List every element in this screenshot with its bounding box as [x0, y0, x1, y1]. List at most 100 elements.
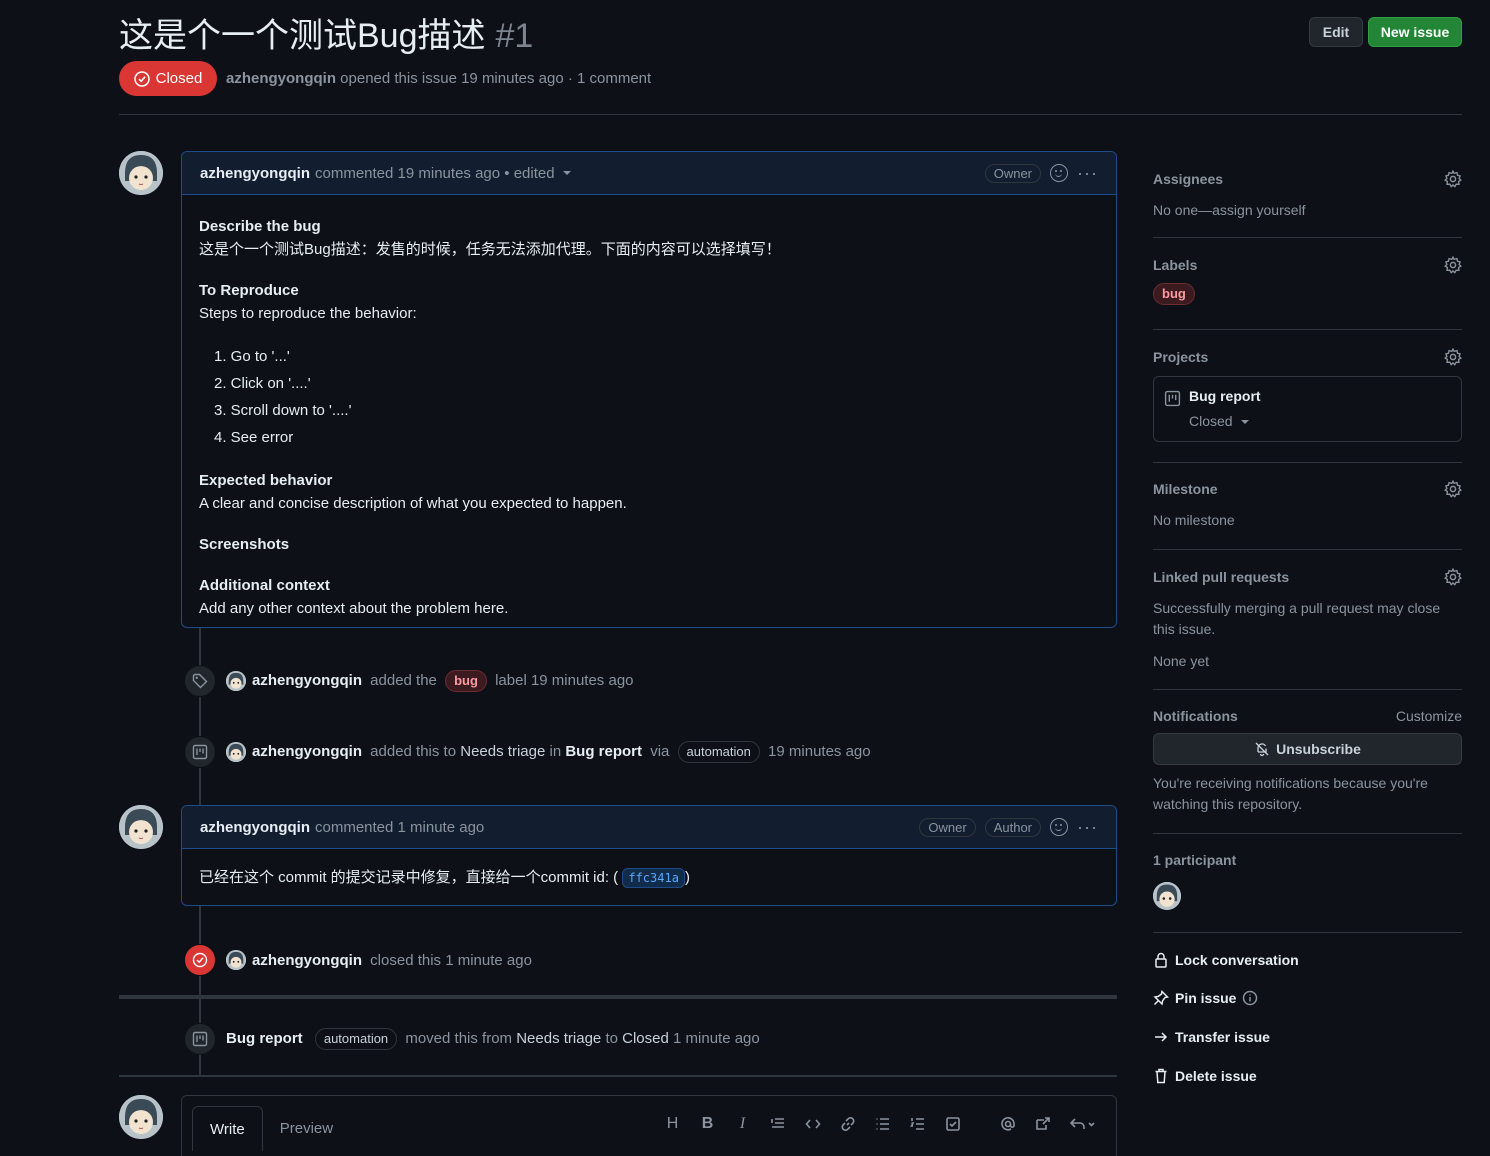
comment-editor: Write Preview H B I	[181, 1095, 1117, 1156]
avatar[interactable]	[119, 805, 163, 849]
project-icon	[184, 736, 216, 768]
sidebar-projects: Projects Bug report Closed	[1153, 348, 1462, 442]
assign-yourself-link[interactable]: No one—assign yourself	[1153, 200, 1462, 221]
event-text: in	[549, 743, 562, 760]
participants-title: 1 participant	[1153, 852, 1237, 868]
closed-state-badge: Closed	[119, 61, 217, 96]
avatar[interactable]	[1153, 882, 1181, 910]
sidebar-divider	[1153, 237, 1462, 238]
reaction-smiley-icon[interactable]	[1050, 818, 1069, 836]
comment-author-link[interactable]: azhengyongqin	[200, 165, 310, 182]
timeline-event-closed: azhengyongqin closed this 1 minute ago	[184, 944, 532, 976]
lock-conversation-button[interactable]: Lock conversation	[1153, 952, 1299, 968]
bug-label[interactable]: bug	[1153, 283, 1195, 305]
issue-number: #1	[495, 17, 534, 55]
event-text: to	[605, 1030, 618, 1047]
project-link[interactable]: Bug report	[226, 1030, 303, 1047]
tab-write[interactable]: Write	[192, 1106, 263, 1151]
ordered-list-icon[interactable]	[900, 1112, 935, 1136]
linked-prs-value: None yet	[1153, 653, 1210, 669]
gear-icon[interactable]	[1444, 170, 1462, 188]
new-issue-button[interactable]: New issue	[1368, 17, 1462, 47]
sidebar-participants: 1 participant	[1153, 852, 1462, 910]
event-time[interactable]: 1 minute ago	[673, 1030, 760, 1047]
avatar[interactable]	[226, 742, 246, 762]
chevron-down-icon	[1240, 420, 1249, 425]
delete-label: Delete issue	[1175, 1068, 1257, 1084]
labels-title: Labels	[1153, 257, 1198, 273]
event-actor-link[interactable]: azhengyongqin	[252, 743, 362, 760]
sidebar-notifications: Notifications Customize Unsubscribe You'…	[1153, 708, 1462, 815]
sidebar-linked-prs: Linked pull requests Successfully mergin…	[1153, 568, 1462, 672]
reaction-smiley-icon[interactable]	[1050, 164, 1069, 182]
project-link[interactable]: Bug report	[565, 743, 642, 760]
avatar[interactable]	[226, 671, 246, 691]
issue-author-link[interactable]: azhengyongqin	[226, 70, 336, 87]
milestone-value: No milestone	[1153, 512, 1235, 528]
commit-link[interactable]: ffc341a	[622, 868, 685, 888]
transfer-issue-button[interactable]: Transfer issue	[1153, 1029, 1270, 1045]
reply-dropdown-icon[interactable]	[1060, 1112, 1104, 1136]
lock-label: Lock conversation	[1175, 952, 1299, 968]
bold-icon[interactable]: B	[690, 1112, 725, 1136]
comment-text-end: )	[684, 869, 690, 886]
sidebar-milestone: Milestone No milestone	[1153, 480, 1462, 531]
timeline-divider	[119, 995, 1117, 999]
unordered-list-icon[interactable]	[865, 1112, 900, 1136]
column-to: Closed	[622, 1030, 669, 1047]
tab-preview[interactable]: Preview	[263, 1106, 350, 1151]
project-name[interactable]: Bug report	[1189, 388, 1261, 404]
avatar[interactable]	[119, 151, 163, 195]
gear-icon[interactable]	[1444, 480, 1462, 498]
unsubscribe-button[interactable]: Unsubscribe	[1153, 733, 1462, 765]
timeline-event-label: azhengyongqin added the bug label 19 min…	[184, 665, 634, 697]
reproduce-text: Steps to reproduce the behavior:	[199, 305, 417, 322]
customize-link[interactable]: Customize	[1396, 708, 1462, 724]
expected-heading: Expected behavior	[199, 472, 333, 489]
heading-icon[interactable]: H	[655, 1112, 690, 1136]
avatar[interactable]	[226, 950, 246, 970]
edit-button[interactable]: Edit	[1309, 17, 1363, 47]
bug-label[interactable]: bug	[445, 670, 487, 692]
code-icon[interactable]	[795, 1112, 830, 1136]
avatar	[119, 1095, 163, 1139]
quote-icon[interactable]	[760, 1112, 795, 1136]
editor-tabs: Write Preview	[192, 1106, 350, 1151]
pin-label: Pin issue	[1175, 990, 1237, 1006]
mention-icon[interactable]	[990, 1112, 1025, 1136]
italic-icon[interactable]: I	[725, 1112, 760, 1136]
edit-history-dropdown[interactable]	[562, 171, 571, 175]
author-badge: Author	[984, 817, 1042, 837]
issue-meta: azhengyongqin opened this issue 19 minut…	[226, 70, 651, 87]
gear-icon[interactable]	[1444, 256, 1462, 274]
assignees-title: Assignees	[1153, 171, 1224, 187]
project-status-dropdown[interactable]: Closed	[1189, 413, 1249, 429]
event-text: moved this from	[405, 1030, 513, 1047]
link-icon[interactable]	[830, 1112, 865, 1136]
sidebar-divider	[1153, 549, 1462, 550]
sidebar-divider	[1153, 329, 1462, 330]
event-actor-link[interactable]: azhengyongqin	[252, 672, 362, 689]
list-item: 1. Go to '...'	[214, 348, 290, 365]
comment-author-link[interactable]: azhengyongqin	[200, 819, 310, 836]
pin-issue-button[interactable]: Pin issue	[1153, 990, 1258, 1006]
delete-issue-button[interactable]: Delete issue	[1153, 1068, 1257, 1084]
more-options-icon[interactable]: ···	[1077, 164, 1098, 182]
milestone-title: Milestone	[1153, 481, 1218, 497]
automation-badge: automation	[314, 1028, 398, 1050]
project-card[interactable]: Bug report Closed	[1153, 376, 1462, 442]
arrow-right-icon	[1155, 1032, 1168, 1042]
reference-icon[interactable]	[1025, 1112, 1060, 1136]
closed-circle-icon	[184, 944, 216, 976]
task-list-icon[interactable]	[935, 1112, 970, 1136]
lock-icon	[1155, 952, 1167, 968]
gear-icon[interactable]	[1444, 348, 1462, 366]
comment-text: 已经在这个 commit 的提交记录中修复，直接给一个commit id: (	[199, 869, 619, 886]
info-icon[interactable]	[1242, 990, 1258, 1006]
event-actor-link[interactable]: azhengyongqin	[252, 952, 362, 969]
comment: azhengyongqin commented 1 minute ago Own…	[181, 805, 1117, 906]
more-options-icon[interactable]: ···	[1077, 818, 1098, 836]
gear-icon[interactable]	[1444, 568, 1462, 586]
event-time[interactable]: 19 minutes ago	[768, 743, 871, 760]
event-text: via	[650, 743, 670, 760]
